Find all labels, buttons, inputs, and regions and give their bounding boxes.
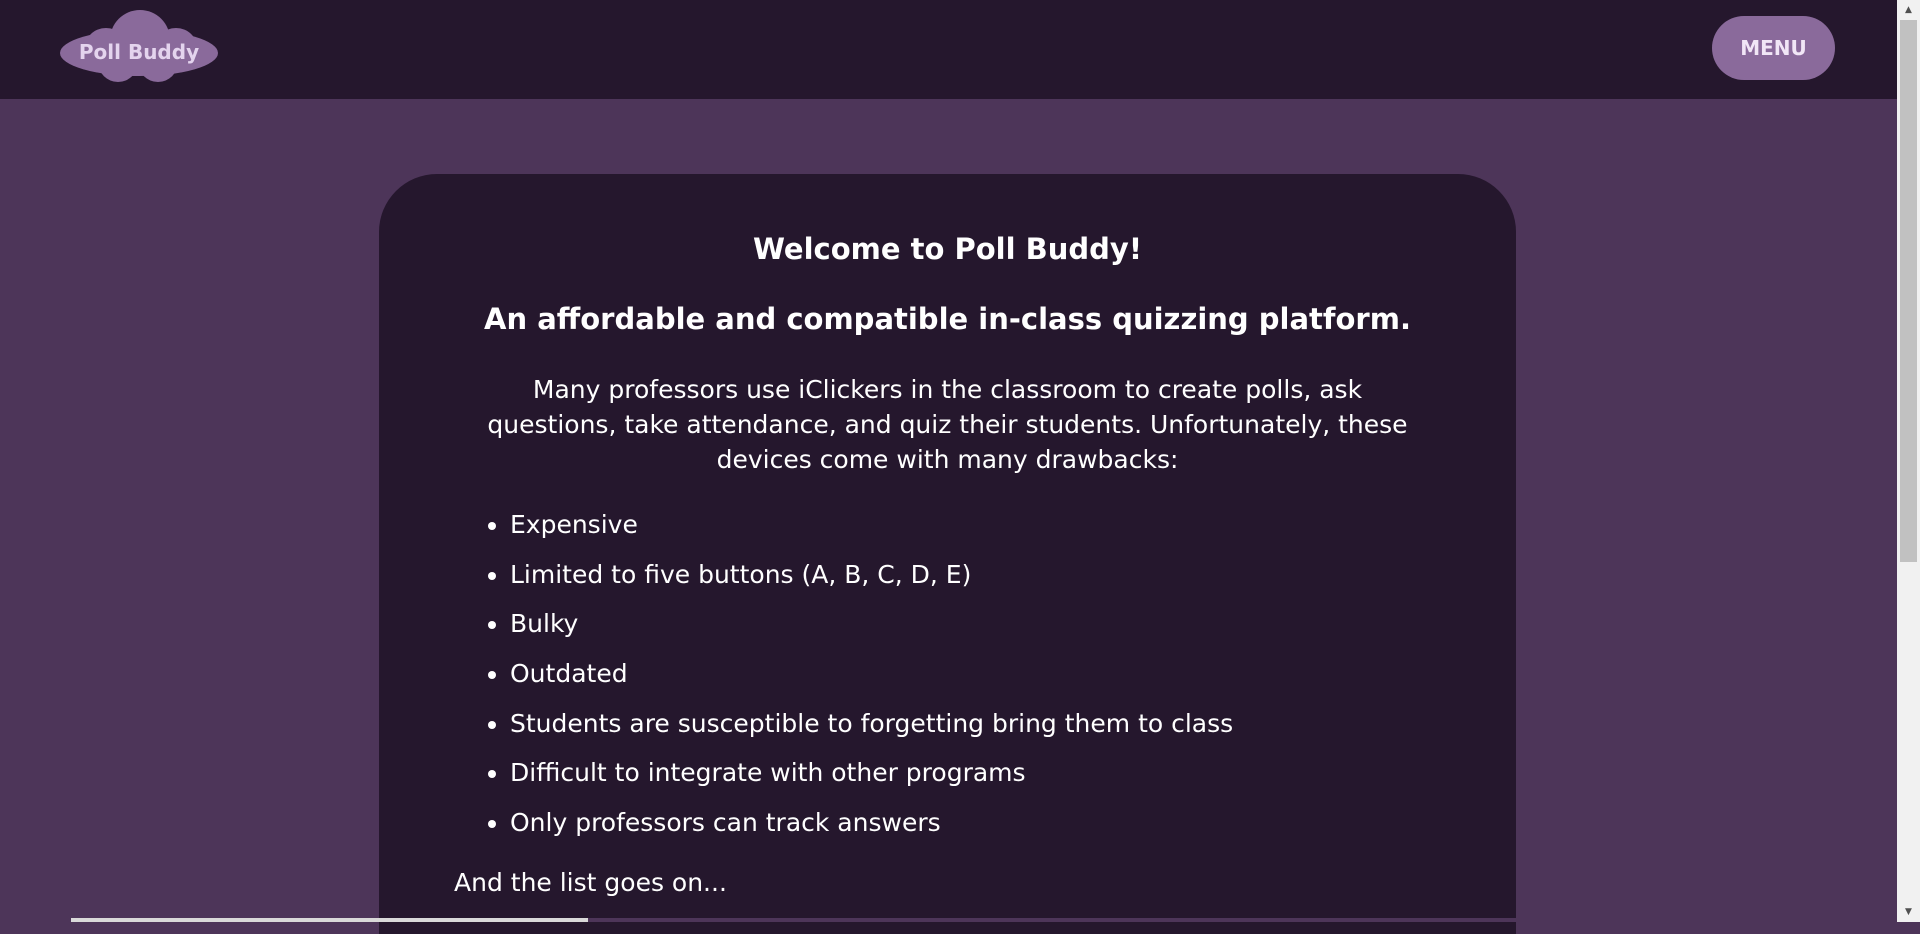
drawbacks-list: Expensive Limited to five buttons (A, B,… [454, 500, 1233, 848]
list-item: Difficult to integrate with other progra… [510, 748, 1233, 798]
vertical-scrollbar[interactable]: ▲ ▼ [1897, 0, 1920, 922]
vertical-scroll-thumb[interactable] [1900, 20, 1917, 562]
horizontal-scrollbar[interactable] [0, 918, 1897, 922]
logo-text: Poll Buddy [78, 40, 200, 64]
list-item: Bulky [510, 599, 1233, 649]
intro-paragraph: Many professors use iClickers in the cla… [487, 375, 1408, 474]
list-item: Expensive [510, 500, 1233, 550]
site-header: Poll Buddy MENU [0, 0, 1897, 99]
scroll-up-arrow-icon[interactable]: ▲ [1897, 0, 1920, 20]
list-item: Students are susceptible to forgetting b… [510, 699, 1233, 749]
page-title: Welcome to Poll Buddy! [752, 232, 1143, 266]
scroll-down-arrow-icon[interactable]: ▼ [1897, 902, 1920, 922]
list-item: Limited to five buttons (A, B, C, D, E) [510, 550, 1233, 600]
page-subtitle: An affordable and compatible in-class qu… [484, 302, 1411, 336]
logo[interactable]: Poll Buddy [58, 10, 220, 84]
outro-text: And the list goes on... [454, 868, 727, 897]
horizontal-scroll-thumb[interactable] [71, 918, 588, 922]
welcome-card: Welcome to Poll Buddy! An affordable and… [379, 174, 1516, 934]
list-item: Only professors can track answers [510, 798, 1233, 848]
menu-button[interactable]: MENU [1712, 16, 1835, 80]
list-item: Outdated [510, 649, 1233, 699]
